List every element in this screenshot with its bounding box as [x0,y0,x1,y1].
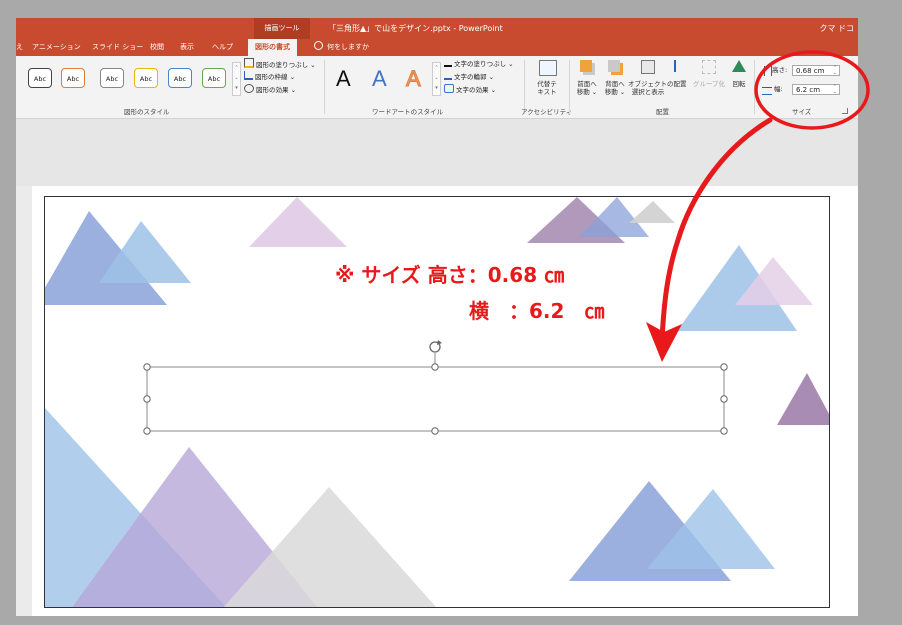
callout-overlay [646,50,870,362]
callout-arrow [659,117,773,343]
highlight-circle [754,50,870,130]
